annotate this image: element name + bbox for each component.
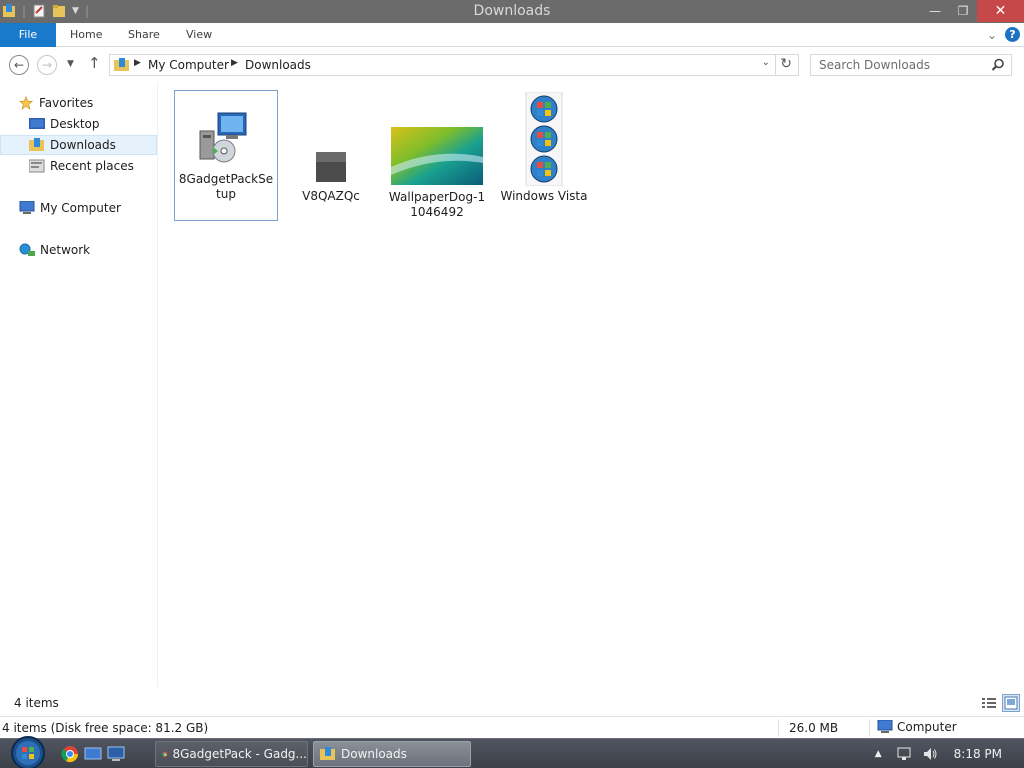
chrome-icon xyxy=(162,751,168,757)
search-icon[interactable] xyxy=(991,58,1005,72)
sidebar-item-label: Desktop xyxy=(50,117,100,131)
recent-locations-icon[interactable]: ▼ xyxy=(67,59,74,69)
downloads-folder-icon xyxy=(29,138,44,151)
blank-file-icon xyxy=(316,152,346,182)
up-button[interactable]: ↑ xyxy=(88,54,101,72)
file-name: WallpaperDog-11046492 xyxy=(388,190,486,219)
start-button[interactable] xyxy=(8,733,48,768)
system-tray: ▲ 8:18 PM xyxy=(875,739,1024,768)
details-divider xyxy=(869,719,870,737)
file-item-windows-vista[interactable]: Windows Vista xyxy=(492,90,596,204)
refresh-icon[interactable]: ↻ xyxy=(780,56,792,72)
location-label: Computer xyxy=(897,720,957,734)
details-divider xyxy=(778,719,779,737)
total-size: 26.0 MB xyxy=(789,721,839,735)
minimize-button[interactable]: — xyxy=(921,0,949,22)
show-desktop-icon[interactable] xyxy=(84,745,102,763)
close-button[interactable]: ✕ xyxy=(977,0,1024,22)
status-bar: 4 items xyxy=(0,692,1024,716)
recent-places-icon xyxy=(29,159,45,173)
file-name: 8GadgetPackSetup xyxy=(178,172,274,201)
sidebar-item-desktop[interactable]: Desktop xyxy=(0,114,157,134)
vista-orb xyxy=(530,95,558,123)
tab-share[interactable]: Share xyxy=(128,23,160,47)
navigation-pane: Favorites Desktop Downloads Recent place… xyxy=(0,82,158,687)
computer-taskbar-icon[interactable] xyxy=(107,745,125,763)
volume-icon[interactable] xyxy=(922,746,938,762)
network-tray-icon[interactable] xyxy=(896,746,912,762)
search-input[interactable]: Search Downloads xyxy=(819,58,930,72)
window-controls: — ❐ ✕ xyxy=(921,0,1024,22)
file-name: V8QAZQc xyxy=(302,189,360,203)
search-box[interactable]: Search Downloads xyxy=(810,54,1012,76)
windows-vista-orbs-thumbnail xyxy=(525,91,563,187)
computer-icon xyxy=(877,720,893,733)
tab-file[interactable]: File xyxy=(0,23,56,47)
network-icon xyxy=(19,243,35,256)
view-switcher xyxy=(980,694,1020,712)
chrome-icon[interactable] xyxy=(61,745,79,763)
address-bar[interactable]: ▶ My Computer ▶ Downloads ⌄ ↻ xyxy=(109,54,799,76)
clock[interactable]: 8:18 PM xyxy=(954,747,1002,761)
taskbar-button-label: Downloads xyxy=(341,747,407,761)
location-indicator: Computer xyxy=(877,720,957,734)
item-count: 4 items xyxy=(14,696,59,710)
file-name: Windows Vista xyxy=(500,189,588,203)
taskbar-button-downloads[interactable]: Downloads xyxy=(313,741,471,767)
file-item-8gadgetpacksetup[interactable]: 8GadgetPackSetup xyxy=(174,90,278,221)
downloads-folder-icon xyxy=(114,58,129,71)
desktop-icon xyxy=(29,118,45,129)
file-list: 8GadgetPackSetup V8QAZQc WallpaperDog-11… xyxy=(159,82,1024,692)
taskbar-button-8gadgetpack[interactable]: 8GadgetPack - Gadg... xyxy=(155,741,308,767)
sidebar-item-label: My Computer xyxy=(40,201,121,215)
favorites-header[interactable]: Favorites xyxy=(18,93,148,113)
address-divider xyxy=(775,55,776,75)
sidebar-item-downloads[interactable]: Downloads xyxy=(0,135,157,155)
ribbon-tabs: File Home Share View ⌄ ? xyxy=(0,23,1024,47)
star-icon xyxy=(18,96,34,110)
large-icons-view-icon xyxy=(1004,696,1018,710)
vista-orb xyxy=(530,125,558,153)
tab-home[interactable]: Home xyxy=(70,23,102,47)
expand-ribbon-icon[interactable]: ⌄ xyxy=(987,28,997,42)
breadcrumb-my-computer[interactable]: My Computer xyxy=(148,58,229,72)
breadcrumb-separator-icon[interactable]: ▶ xyxy=(134,58,141,68)
installer-icon xyxy=(199,112,247,163)
favorites-label: Favorites xyxy=(39,96,94,110)
title-bar: | ▼ | Downloads — ❐ ✕ xyxy=(0,0,1024,23)
computer-icon xyxy=(19,201,35,214)
details-view-button[interactable] xyxy=(980,694,998,712)
back-button[interactable]: ← xyxy=(9,55,29,75)
breadcrumb-separator-icon[interactable]: ▶ xyxy=(231,58,238,68)
file-item-wallpaperdog[interactable]: WallpaperDog-11046492 xyxy=(385,90,489,220)
sidebar-item-recent-places[interactable]: Recent places xyxy=(0,156,157,176)
sidebar-item-label: Recent places xyxy=(50,159,134,173)
tab-view[interactable]: View xyxy=(186,23,212,47)
sidebar-item-label: Downloads xyxy=(50,138,116,152)
taskbar: 8GadgetPack - Gadg... Downloads ▲ 8:18 P… xyxy=(0,736,1024,768)
navigation-bar: ← → ▼ ↑ ▶ My Computer ▶ Downloads ⌄ ↻ Se… xyxy=(0,48,1024,82)
details-view-icon xyxy=(982,698,996,708)
restore-button[interactable]: ❐ xyxy=(949,0,977,22)
address-dropdown-icon[interactable]: ⌄ xyxy=(762,57,770,68)
sidebar-item-label: Network xyxy=(40,243,91,257)
file-item-v8qazqc[interactable]: V8QAZQc xyxy=(279,90,383,204)
show-hidden-icons-icon[interactable]: ▲ xyxy=(875,749,882,759)
wallpaper-thumbnail xyxy=(391,127,483,185)
help-icon[interactable]: ? xyxy=(1005,27,1020,42)
details-bar: 4 items (Disk free space: 81.2 GB) 26.0 … xyxy=(0,716,1024,738)
window-title: Downloads xyxy=(473,3,551,19)
breadcrumb-downloads[interactable]: Downloads xyxy=(245,58,311,72)
sidebar-item-my-computer[interactable]: My Computer xyxy=(0,198,157,218)
large-icons-view-button[interactable] xyxy=(1002,694,1020,712)
forward-button[interactable]: → xyxy=(37,55,57,75)
taskbar-button-label: 8GadgetPack - Gadg... xyxy=(172,747,308,761)
sidebar-item-network[interactable]: Network xyxy=(0,240,157,260)
vista-orb xyxy=(530,155,558,183)
downloads-folder-icon xyxy=(320,747,335,760)
